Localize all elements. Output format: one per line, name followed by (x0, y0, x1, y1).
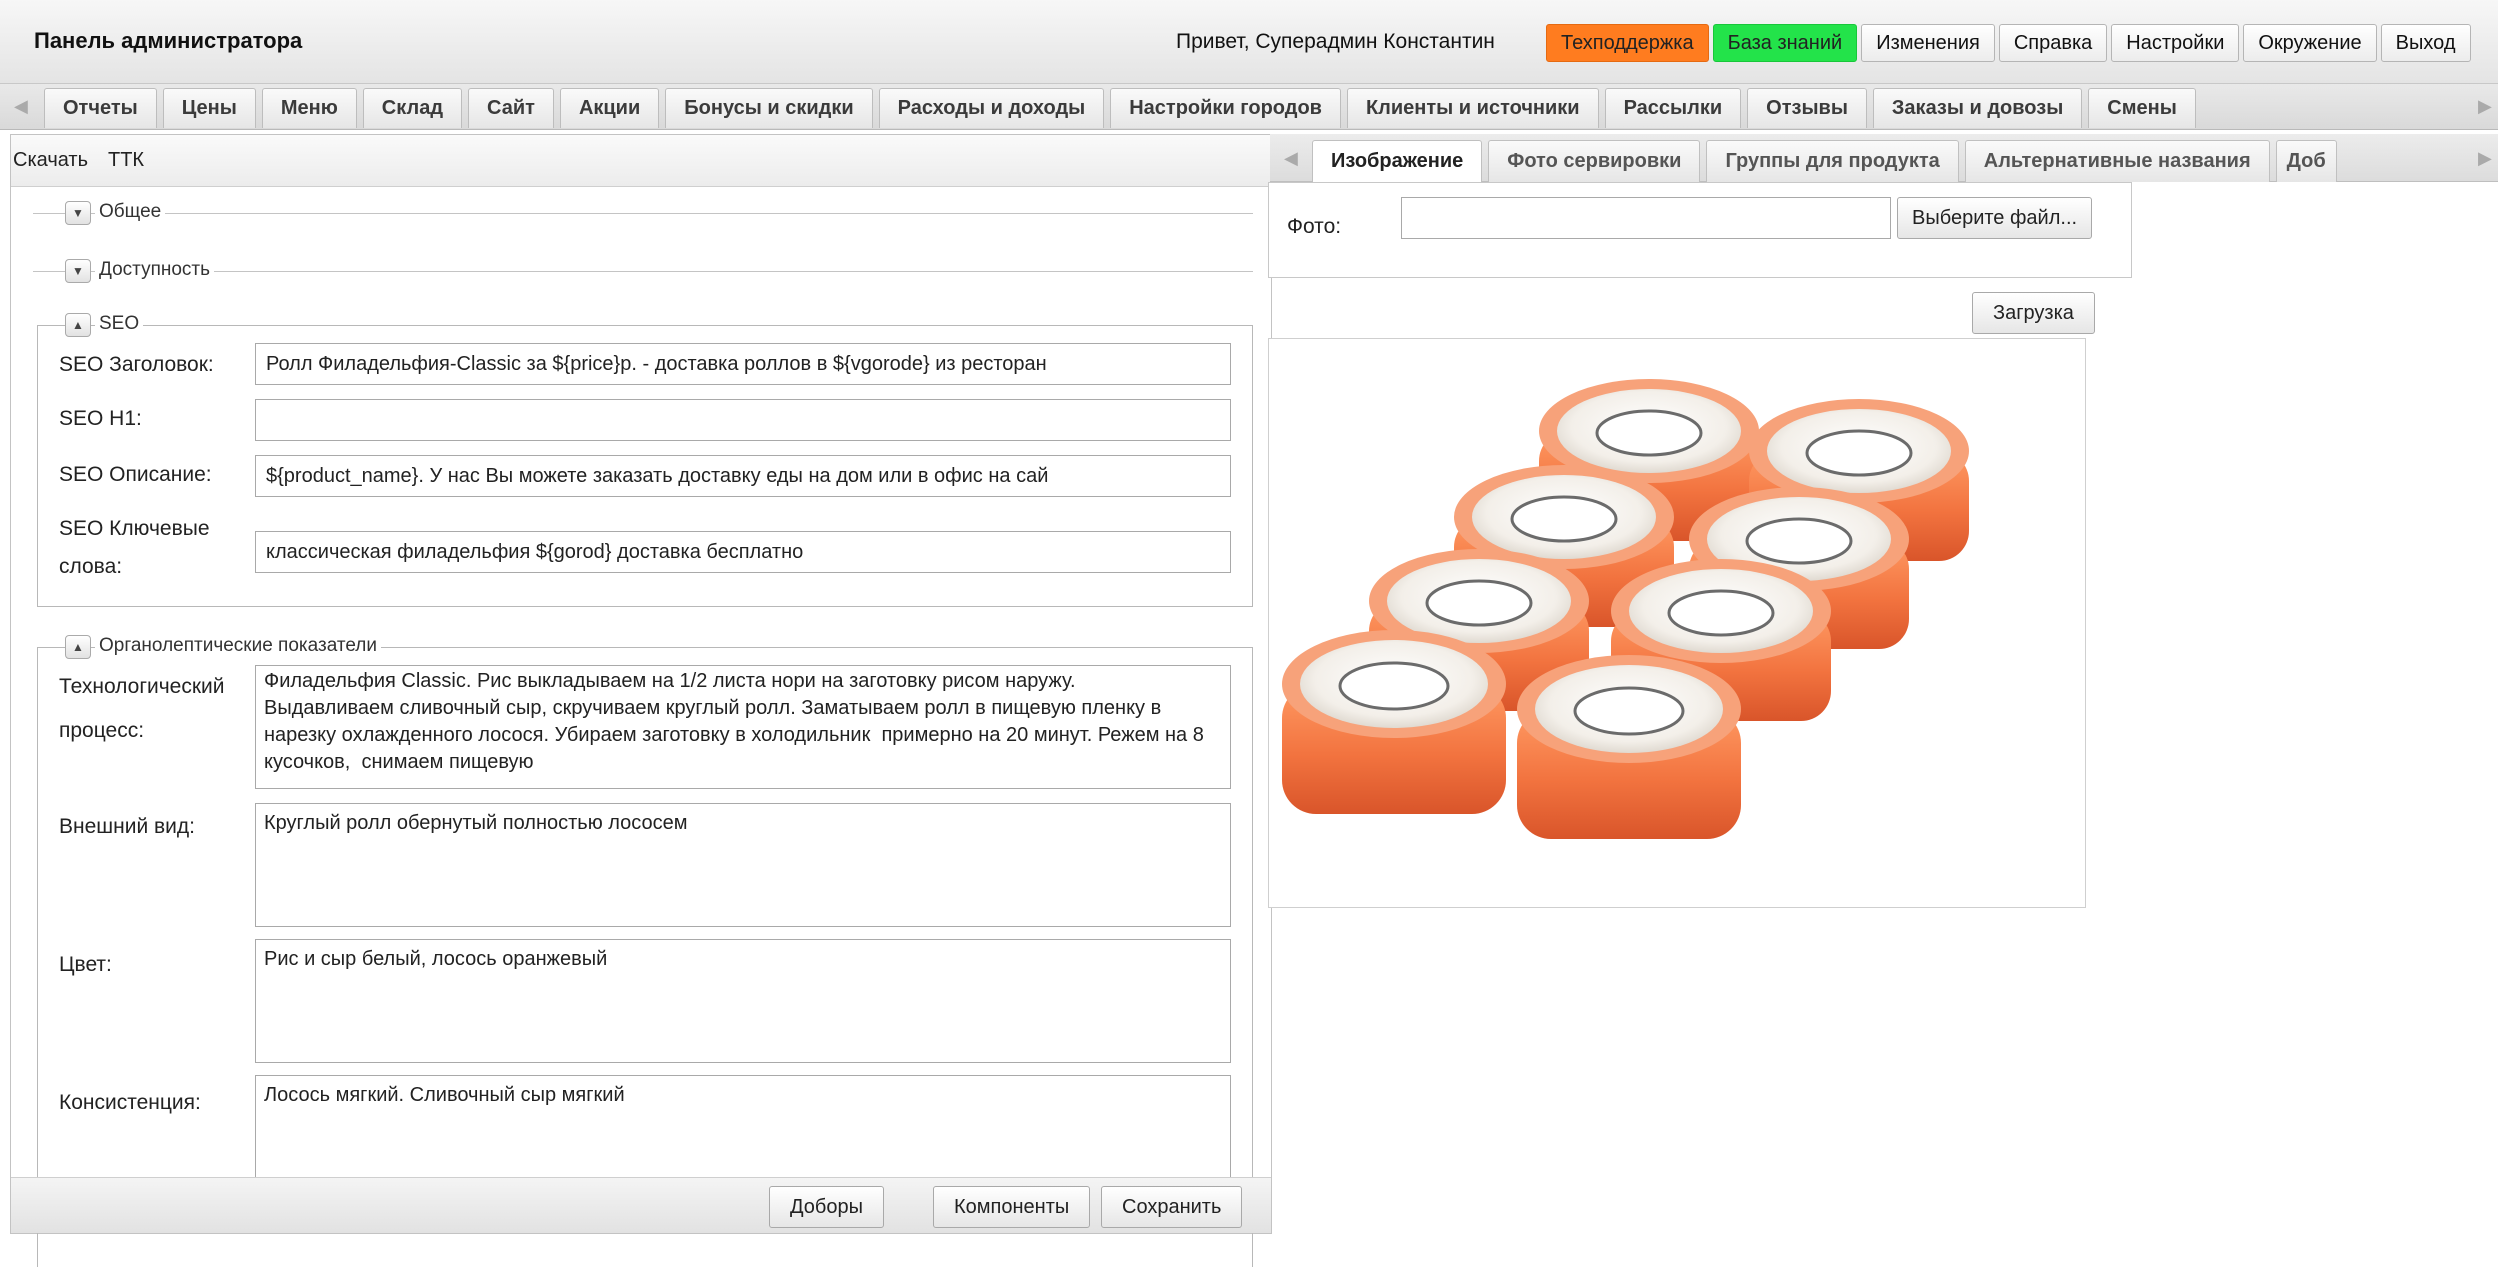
support-link[interactable]: Техподдержка (1546, 24, 1709, 62)
seo-keywords-label-line1: SEO Ключевые (59, 517, 210, 540)
help-link[interactable]: Справка (1998, 24, 2108, 62)
tabs-scroll-left-icon[interactable]: ◀ (14, 96, 28, 117)
changes-link[interactable]: Изменения (1861, 24, 1995, 62)
top-header: Панель администратора Привет, Суперадмин… (0, 0, 2498, 84)
brand-title: Панель администратора (34, 28, 303, 53)
section-availability: Доступность (95, 259, 215, 281)
product-form-panel: Скачать ТТК ▼ Общее ▼ Доступность ▲ SEO … (10, 134, 1272, 1267)
color-textarea[interactable]: Рис и сыр белый, лосось оранжевый (255, 939, 1231, 1063)
tab-product-groups[interactable]: Группы для продукта (1706, 140, 1959, 182)
tab-clients[interactable]: Клиенты и источники (1346, 88, 1599, 128)
tab-reports[interactable]: Отчеты (44, 88, 157, 128)
appearance-label: Внешний вид: (59, 815, 195, 838)
ttk-button[interactable]: ТТК (108, 149, 144, 172)
tab-image[interactable]: Изображение (1312, 140, 1483, 182)
process-label-line1: Технологический (59, 675, 225, 698)
tab-reviews[interactable]: Отзывы (1747, 88, 1867, 128)
knowledge-base-link[interactable]: База знаний (1712, 24, 1858, 62)
seo-description-input[interactable] (255, 455, 1231, 497)
seo-title-label: SEO Заголовок: (59, 353, 214, 376)
sushi-rolls-image (1282, 379, 1969, 839)
image-tabs-scroll-right-icon[interactable]: ▶ (2478, 148, 2492, 169)
main-tabs: Отчеты Цены Меню Склад Сайт Акции Бонусы… (44, 88, 2196, 128)
tab-bonuses[interactable]: Бонусы и скидки (665, 88, 873, 128)
process-textarea[interactable]: Филадельфия Classic. Рис выкладываем на … (255, 665, 1231, 789)
left-footer: Доборы Компоненты Сохранить (11, 1177, 1271, 1233)
seo-description-label: SEO Описание: (59, 463, 212, 486)
environment-link[interactable]: Окружение (2243, 24, 2377, 62)
collapse-seo-icon[interactable]: ▲ (65, 313, 91, 337)
expand-availability-icon[interactable]: ▼ (65, 259, 91, 283)
download-button[interactable]: Скачать (13, 149, 88, 172)
photo-upload-box: Фото: Выберите файл... (1268, 182, 2132, 278)
tab-menu[interactable]: Меню (261, 88, 357, 128)
tab-serving-photo[interactable]: Фото сервировки (1488, 140, 1701, 182)
photo-label: Фото: (1287, 215, 1342, 238)
tab-expenses[interactable]: Расходы и доходы (878, 88, 1105, 128)
tab-city-settings[interactable]: Настройки городов (1110, 88, 1341, 128)
image-tabs: Изображение Фото сервировки Группы для п… (1312, 140, 2337, 182)
image-tabs-bar: ◀ Изображение Фото сервировки Группы для… (1270, 134, 2498, 182)
upload-button[interactable]: Загрузка (1972, 292, 2095, 334)
seo-keywords-label-line2: слова: (59, 555, 123, 578)
tab-site[interactable]: Сайт (468, 88, 554, 128)
tab-alternative-names[interactable]: Альтернативные названия (1964, 140, 2270, 182)
section-organoleptic: Органолептические показатели (95, 635, 381, 657)
divider (33, 213, 1253, 214)
seo-h1-input[interactable] (255, 399, 1231, 441)
expand-general-icon[interactable]: ▼ (65, 201, 91, 225)
tab-promotions[interactable]: Акции (559, 88, 660, 128)
tab-orders[interactable]: Заказы и довозы (1872, 88, 2083, 128)
consistency-label: Консистенция: (59, 1091, 201, 1114)
seo-title-input[interactable] (255, 343, 1231, 385)
divider (33, 271, 1253, 272)
save-button[interactable]: Сохранить (1101, 1186, 1243, 1228)
seo-h1-label: SEO H1: (59, 407, 142, 430)
tab-warehouse[interactable]: Склад (362, 88, 463, 128)
logout-link[interactable]: Выход (2380, 24, 2471, 62)
tab-mailings[interactable]: Рассылки (1604, 88, 1742, 128)
top-links: Техподдержка База знаний Изменения Справ… (1546, 24, 2471, 62)
section-general: Общее (95, 201, 166, 223)
product-image (1268, 338, 2086, 908)
photo-file-input[interactable] (1401, 197, 1891, 239)
components-button[interactable]: Компоненты (933, 1186, 1091, 1228)
settings-link[interactable]: Настройки (2111, 24, 2240, 62)
additions-button[interactable]: Доборы (769, 1186, 884, 1228)
greeting-text: Привет, Суперадмин Константин (1176, 30, 1495, 53)
tab-prices[interactable]: Цены (162, 88, 256, 128)
main-tabs-bar: ◀ Отчеты Цены Меню Склад Сайт Акции Бону… (0, 84, 2498, 130)
image-tabs-scroll-left-icon[interactable]: ◀ (1284, 148, 1298, 169)
color-label: Цвет: (59, 953, 112, 976)
tab-additional[interactable]: Доб (2275, 140, 2337, 182)
tab-shifts[interactable]: Смены (2088, 88, 2196, 128)
section-seo: SEO (95, 313, 144, 335)
process-label-line2: процесс: (59, 719, 145, 742)
tabs-scroll-right-icon[interactable]: ▶ (2478, 96, 2492, 117)
collapse-organoleptic-icon[interactable]: ▲ (65, 635, 91, 659)
choose-file-button[interactable]: Выберите файл... (1897, 197, 2093, 239)
appearance-textarea[interactable]: Круглый ролл обернутый полностью лососем (255, 803, 1231, 927)
left-toolbar: Скачать ТТК (11, 135, 1271, 187)
seo-keywords-input[interactable] (255, 531, 1231, 573)
